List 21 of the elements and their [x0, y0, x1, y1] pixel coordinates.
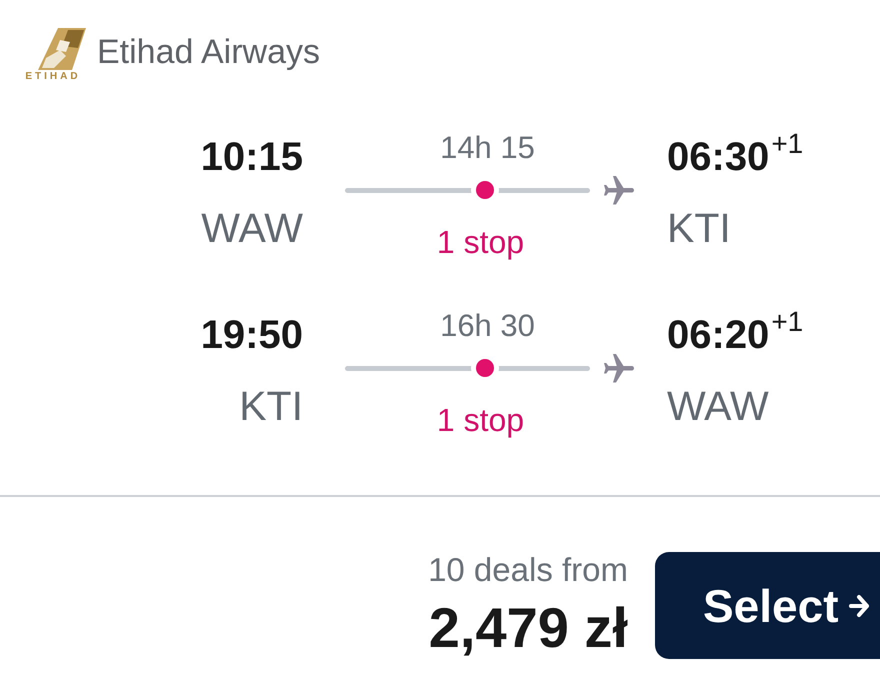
- flight-duration: 14h 15: [440, 131, 535, 165]
- arrival-airport-code: KTI: [667, 206, 731, 250]
- airline-logo-wordmark: ETIHAD: [25, 71, 81, 82]
- departure-airport-code: WAW: [201, 206, 303, 250]
- departure-airport-code: KTI: [239, 384, 303, 428]
- flight-duration: 16h 30: [440, 309, 535, 343]
- airline-name: Etihad Airways: [97, 32, 320, 72]
- deals-count: 10 deals from: [428, 552, 628, 588]
- day-offset: +1: [771, 307, 804, 337]
- select-button[interactable]: Select: [655, 552, 880, 659]
- departure-time: 10:15: [200, 135, 303, 179]
- stops-count: 1 stop: [436, 225, 524, 259]
- tail-fin-logo-icon: [38, 28, 86, 70]
- arrow-icon: [848, 592, 869, 618]
- day-offset: +1: [771, 129, 804, 159]
- departure-time: 19:50: [200, 313, 303, 357]
- arrival-airport-code: WAW: [667, 384, 769, 428]
- arrival-time: 06:20: [667, 313, 770, 357]
- price-amount: 2,479 zł: [428, 598, 628, 658]
- stops-count: 1 stop: [436, 403, 524, 437]
- arrival-time: 06:30: [667, 135, 770, 179]
